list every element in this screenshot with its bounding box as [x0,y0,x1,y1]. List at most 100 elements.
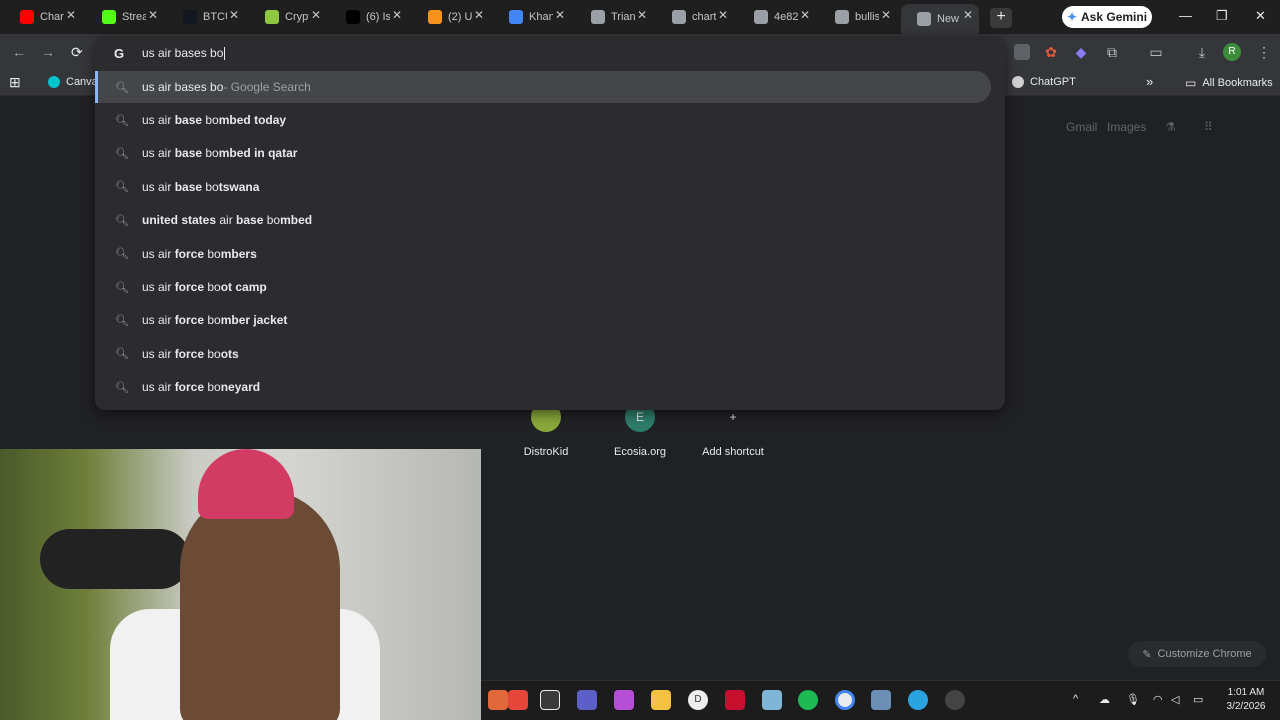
chrome-menu-icon[interactable]: ⋮ [1256,44,1272,60]
tab-close-icon[interactable]: ✕ [963,8,973,22]
tab[interactable]: BTCU✕ [167,4,245,30]
taskbar-clock[interactable]: 1:01 AM 3/2/2026 [1216,686,1276,714]
tab-strip: Chan✕Strea✕BTCU✕Crypt✕(6) Is✕(2) U✕Khan✕… [0,0,1280,34]
tab-title: Trian [611,11,635,23]
calculator-icon[interactable] [871,690,891,710]
restore-button[interactable]: ❐ [1216,8,1228,24]
tab[interactable]: Crypt ✕ [249,4,327,30]
mic-icon[interactable]: 🎙︎ [1126,693,1140,706]
suggestion-text-part: ot camp [220,280,267,294]
extension-icon[interactable] [1014,44,1030,60]
suggestion-row[interactable]: 🔍︎ us air base bo tswana [95,171,1005,203]
tab-close-icon[interactable]: ✕ [555,8,565,22]
gmail-link[interactable]: Gmail [1066,120,1097,134]
suggestion-row[interactable]: 🔍︎ united states air base bo mbed [95,204,1005,236]
suggestion-row[interactable]: 🔍︎ us air force bo mber jacket [95,304,1005,336]
download-icon[interactable]: ⤓ [1194,44,1210,60]
all-bookmarks-button[interactable]: ▭ All Bookmarks [1185,76,1273,90]
tab-close-icon[interactable]: ✕ [229,8,239,22]
tab-favicon-icon [20,10,34,24]
suggestion-row[interactable]: 🔍︎ us air force bo ot camp [95,271,1005,303]
ask-gemini-button[interactable]: ✦ Ask Gemini [1062,6,1152,28]
person-image [180,489,340,720]
battery-icon[interactable]: ▭ [1193,693,1203,706]
tab-close-icon[interactable]: ✕ [800,8,810,22]
minimize-button[interactable]: — [1179,8,1192,23]
google-apps-icon[interactable]: ⠿ [1204,120,1213,134]
spotify-icon[interactable] [798,690,818,710]
tab[interactable]: (2) U ✕ [412,4,490,30]
widgets-icon-2[interactable] [508,690,528,710]
tab-close-icon[interactable]: ✕ [474,8,484,22]
tray-chevron-icon[interactable]: ^ [1073,693,1078,705]
suggestion-row[interactable]: 🔍︎ us air force bo mbers [95,238,1005,270]
tab-close-icon[interactable]: ✕ [392,8,402,22]
suggestion-text-part: bo [204,246,221,261]
copilot-icon[interactable] [614,690,634,710]
tab[interactable]: Strea ✕ [86,4,164,30]
suggestion-google-search[interactable]: 🔍︎ us air bases bo - Google Search [95,71,991,103]
tab[interactable]: chart ✕ [656,4,734,30]
images-link[interactable]: Images [1107,120,1146,134]
tab[interactable]: Chan ✕ [4,4,82,30]
suggestion-row[interactable]: 🔍︎ us air force bo ots [95,338,1005,370]
all-bookmarks-label: All Bookmarks [1202,77,1273,89]
volume-icon[interactable]: ◁ [1171,693,1179,706]
labs-flask-icon[interactable]: ⚗ [1165,120,1176,134]
customize-chrome-button[interactable]: ✎ Customize Chrome [1128,641,1266,667]
tab[interactable]: bullis ✕ [819,4,897,30]
file-explorer-icon[interactable] [651,690,671,710]
snipping-icon[interactable] [762,690,782,710]
reload-button[interactable]: ⟳ [71,44,83,61]
mcafee-icon[interactable] [725,690,745,710]
more-bookmarks-chevron-icon[interactable]: » [1146,74,1153,89]
google-g-icon: G [114,45,125,61]
apps-grid-icon[interactable]: ⊞ [9,74,21,91]
suggestion-text-part: us air [142,113,175,127]
tab[interactable]: Khan ✕ [493,4,571,30]
tab-close-icon[interactable]: ✕ [637,8,647,22]
suggestion-row[interactable]: 🔍︎ us air force bo neyard [95,371,1005,403]
suggestion-text-part: us air [142,346,175,361]
bookmark-canva[interactable]: Canva [48,76,98,88]
teams-icon[interactable] [577,690,597,710]
cloud-icon[interactable]: ☁ [1099,693,1110,706]
profile-avatar[interactable]: R [1223,43,1241,61]
gemini-star-icon: ✦ [1066,10,1078,24]
extensions-puzzle-icon[interactable]: ⧉ [1104,44,1120,60]
tab-close-icon[interactable]: ✕ [311,8,321,22]
suggestion-text-part: bo [204,380,221,395]
extension-bug-icon[interactable]: ✿ [1043,44,1059,60]
shortcut-tile[interactable]: DistroKid [506,402,586,458]
tab-close-icon[interactable]: ✕ [148,8,158,22]
new-tab-button[interactable]: + [990,8,1012,28]
tab-close-icon[interactable]: ✕ [718,8,728,22]
shortcut-tile[interactable]: + Add shortcut [693,402,773,458]
tab-favicon-icon [917,12,931,26]
chrome-icon[interactable] [835,690,855,710]
omnibox-input[interactable]: G us air bases bo [95,36,1005,70]
app-icon[interactable] [945,690,965,710]
tab-search-icon[interactable]: ▭ [1148,44,1164,60]
forward-button[interactable]: → [41,44,55,60]
suggestion-text-part: force [174,380,205,395]
suggestion-row[interactable]: 🔍︎ us air base bo mbed today [95,104,1005,136]
extension-gamepad-icon[interactable]: ◆ [1073,44,1089,60]
tab[interactable]: (6) Is ✕ [330,4,408,30]
tab[interactable]: Trian ✕ [575,4,653,30]
widgets-icon[interactable] [488,690,508,710]
dell-icon[interactable]: D [688,690,708,710]
wifi-icon[interactable]: ◠ [1153,693,1163,706]
suggestion-row[interactable]: 🔍︎ us air base bo mbed in qatar [95,137,1005,169]
tab[interactable]: 4e82 ✕ [738,4,816,30]
search-icon: 🔍︎ [115,281,129,294]
telegram-icon[interactable] [908,690,928,710]
tab-close-icon[interactable]: ✕ [881,8,891,22]
taskview-icon[interactable] [540,690,560,710]
back-button[interactable]: ← [12,44,26,60]
shortcut-tile[interactable]: E Ecosia.org [600,402,680,458]
bookmark-chatgpt[interactable]: ChatGPT [1012,76,1076,88]
tab-close-icon[interactable]: ✕ [66,8,76,22]
tab[interactable]: New ✕ [901,4,979,34]
close-window-button[interactable]: ✕ [1255,8,1266,24]
